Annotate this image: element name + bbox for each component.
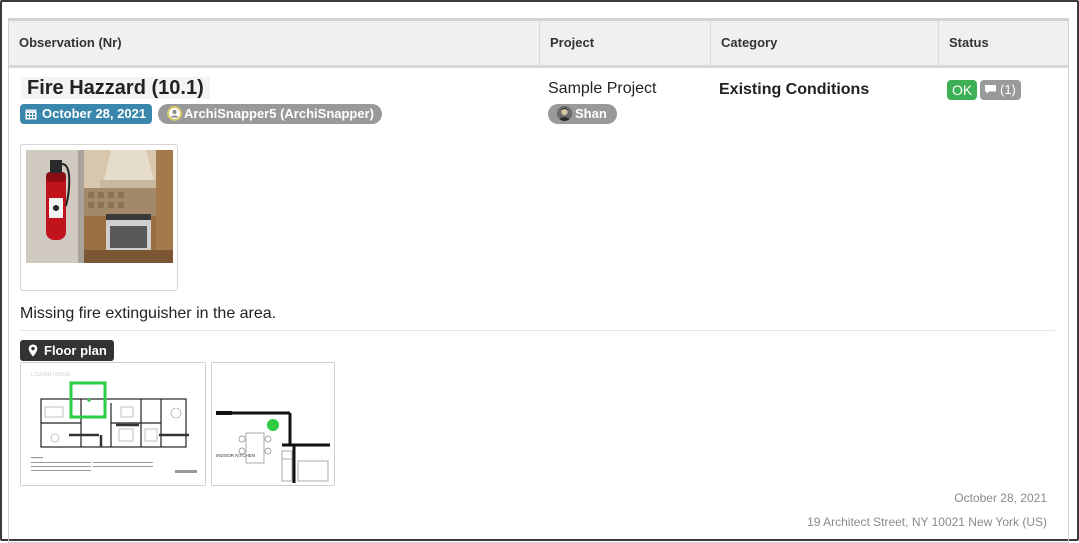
- date-text: October 28, 2021: [42, 106, 147, 121]
- author-text: ArchiSnapper5 (ArchiSnapper): [184, 106, 374, 121]
- floor-plan-detail[interactable]: INDOOR KITCHEN: [211, 362, 335, 486]
- date-badge: October 28, 2021: [20, 104, 153, 124]
- observation-title: Fire Hazzard (10.1): [21, 77, 210, 99]
- divider: [20, 330, 1055, 331]
- observation-table: Observation (Nr) Project Category Status…: [8, 18, 1069, 543]
- comment-icon: [985, 85, 996, 94]
- observation-description: Missing fire extinguisher in the area.: [20, 305, 277, 322]
- footer-date: October 28, 2021: [954, 491, 1047, 505]
- project-name: Sample Project: [548, 80, 657, 97]
- floor-plan-overview-drawing: LOUVER HOUSE: [21, 363, 205, 485]
- avatar: [557, 106, 572, 121]
- header-status[interactable]: Status: [939, 21, 1068, 65]
- map-pin-icon: [28, 344, 38, 357]
- floor-plan-overview[interactable]: LOUVER HOUSE: [20, 362, 206, 486]
- floor-plan-label: Floor plan: [20, 340, 114, 361]
- floor-plan-detail-drawing: INDOOR KITCHEN: [212, 363, 334, 485]
- floor-plan-detail-label: INDOOR KITCHEN: [216, 453, 255, 458]
- assignee-text: Shan: [575, 106, 607, 121]
- comments-count: (1): [1000, 82, 1016, 97]
- header-category[interactable]: Category: [711, 21, 939, 65]
- observation-photo: [26, 150, 173, 263]
- header-project[interactable]: Project: [540, 21, 711, 65]
- comments-badge[interactable]: (1): [980, 80, 1021, 100]
- footer-address: 19 Architect Street, NY 10021 New York (…: [807, 515, 1047, 529]
- observation-photo-card[interactable]: [20, 144, 178, 291]
- status-badge[interactable]: OK: [947, 80, 978, 100]
- table-header: Observation (Nr) Project Category Status: [9, 21, 1068, 68]
- floor-plan-overview-label: LOUVER HOUSE: [31, 372, 71, 378]
- floor-plan-text: Floor plan: [44, 343, 107, 358]
- report-frame: Observation (Nr) Project Category Status…: [0, 0, 1079, 543]
- assignee-badge[interactable]: Shan: [548, 104, 617, 124]
- header-observation[interactable]: Observation (Nr): [9, 21, 540, 65]
- category-text: Existing Conditions: [719, 81, 870, 98]
- calendar-icon: [25, 109, 37, 120]
- author-badge[interactable]: ArchiSnapper5 (ArchiSnapper): [158, 104, 382, 124]
- user-icon: [167, 106, 182, 121]
